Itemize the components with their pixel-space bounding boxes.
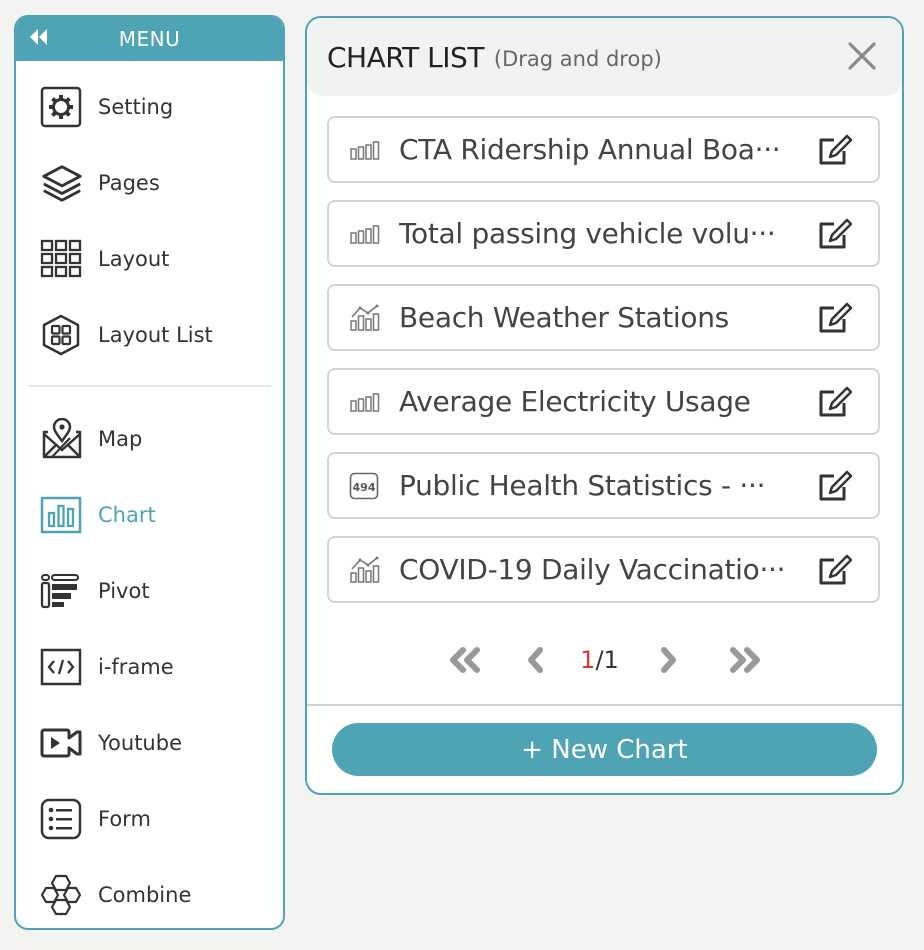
sidebar-item-layout-list[interactable]: Layout List (16, 297, 283, 373)
first-page-button[interactable] (446, 642, 486, 678)
prev-page-button[interactable] (516, 642, 556, 678)
chart-list-item[interactable]: Average Electricity Usage (327, 368, 880, 435)
chevron-right-icon (660, 647, 676, 673)
sidebar-item-chart[interactable]: Chart (16, 477, 283, 553)
menu-title: MENU (118, 27, 181, 51)
chart-title: CTA Ridership Annual Boa··· (399, 133, 781, 166)
last-page-button[interactable] (724, 642, 764, 678)
edit-chart-button[interactable] (816, 133, 854, 167)
map-icon (40, 417, 84, 461)
page-indicator: 1/1 (578, 646, 622, 674)
edit-icon (819, 134, 853, 164)
edit-chart-button[interactable] (816, 469, 854, 503)
hexagon-grid-icon (40, 313, 84, 357)
sidebar-item-layout[interactable]: Layout (16, 221, 283, 297)
menu-divider (28, 385, 271, 387)
edit-chart-button[interactable] (816, 553, 854, 587)
panel-subtitle: (Drag and drop) (493, 47, 662, 71)
chart-list-item[interactable]: Total passing vehicle volu··· (327, 200, 880, 267)
panel-divider (307, 704, 902, 706)
sidebar-menu: MENU Setting Pages Layout Layout List Ma… (14, 15, 285, 930)
edit-chart-button[interactable] (816, 385, 854, 419)
sidebar-item-label: Pages (98, 171, 160, 195)
sidebar-item-label: Map (98, 427, 143, 451)
video-camera-icon (40, 721, 84, 765)
edit-icon (819, 386, 853, 416)
combo-chart-icon (349, 556, 381, 583)
double-chevron-right-icon (729, 647, 760, 673)
combo-chart-icon (349, 304, 381, 331)
chart-list-item[interactable]: 494 Public Health Statistics - ··· (327, 452, 880, 519)
panel-title: CHART LIST (327, 40, 484, 74)
chevron-left-icon (527, 647, 543, 673)
sidebar-item-label: Pivot (98, 579, 150, 603)
sidebar-item-label: Layout (98, 247, 170, 271)
close-icon (848, 42, 876, 70)
panel-header: CHART LIST (Drag and drop) (307, 18, 902, 96)
double-chevron-left-icon (30, 29, 47, 45)
total-pages: 1 (603, 646, 619, 674)
sidebar-item-map[interactable]: Map (16, 401, 283, 477)
grid-icon (40, 237, 84, 281)
edit-chart-button[interactable] (816, 217, 854, 251)
page-separator: / (595, 646, 604, 674)
number-card-value: 494 (353, 481, 376, 494)
chart-title: Average Electricity Usage (399, 385, 751, 418)
chart-list-item[interactable]: Beach Weather Stations (327, 284, 880, 351)
pagination: 1/1 (307, 640, 902, 680)
chart-list-panel: CHART LIST (Drag and drop) CTA Ridership… (305, 16, 904, 795)
double-chevron-left-icon (449, 647, 480, 673)
bar-chart-icon (349, 390, 381, 414)
bar-chart-icon (349, 222, 381, 246)
bar-chart-icon (40, 493, 84, 537)
number-card-icon: 494 (349, 472, 381, 499)
edit-icon (819, 554, 853, 584)
sidebar-item-setting[interactable]: Setting (16, 69, 283, 145)
current-page: 1 (580, 646, 596, 674)
new-chart-button[interactable]: + New Chart (332, 723, 877, 776)
edit-icon (819, 470, 853, 500)
sidebar-item-combine[interactable]: Combine (16, 857, 283, 928)
sidebar-item-youtube[interactable]: Youtube (16, 705, 283, 781)
sidebar-item-label: Layout List (98, 323, 213, 347)
close-button[interactable] (846, 40, 878, 72)
sidebar-item-label: Setting (98, 95, 174, 119)
next-page-button[interactable] (648, 642, 688, 678)
chart-list-item[interactable]: CTA Ridership Annual Boa··· (327, 116, 880, 183)
layers-icon (40, 161, 84, 205)
chart-list-item[interactable]: COVID-19 Daily Vaccinatio··· (327, 536, 880, 603)
pivot-icon (40, 569, 84, 613)
gear-icon (40, 85, 84, 129)
sidebar-item-label: Youtube (98, 731, 182, 755)
menu-list-top: Setting Pages Layout Layout List (16, 61, 283, 373)
chart-title: Beach Weather Stations (399, 301, 729, 334)
collapse-menu-button[interactable] (28, 26, 52, 48)
chart-title: Total passing vehicle volu··· (399, 217, 776, 250)
chart-title: COVID-19 Daily Vaccinatio··· (399, 553, 786, 586)
sidebar-item-iframe[interactable]: i-frame (16, 629, 283, 705)
code-icon (40, 645, 84, 689)
menu-list-bottom: Map Chart Pivot i-frame Youtube Form Com… (16, 401, 283, 928)
menu-header: MENU (16, 17, 283, 61)
hexagons-icon (40, 873, 84, 917)
chart-title: Public Health Statistics - ··· (399, 469, 766, 502)
sidebar-item-label: Combine (98, 883, 192, 907)
edit-icon (819, 218, 853, 248)
sidebar-item-label: Chart (98, 503, 156, 527)
bar-chart-icon (349, 138, 381, 162)
edit-icon (819, 302, 853, 332)
sidebar-item-form[interactable]: Form (16, 781, 283, 857)
edit-chart-button[interactable] (816, 301, 854, 335)
sidebar-item-label: i-frame (98, 655, 174, 679)
form-list-icon (40, 797, 84, 841)
sidebar-item-pivot[interactable]: Pivot (16, 553, 283, 629)
chart-list: CTA Ridership Annual Boa··· Total passin… (307, 96, 902, 603)
sidebar-item-pages[interactable]: Pages (16, 145, 283, 221)
sidebar-item-label: Form (98, 807, 151, 831)
